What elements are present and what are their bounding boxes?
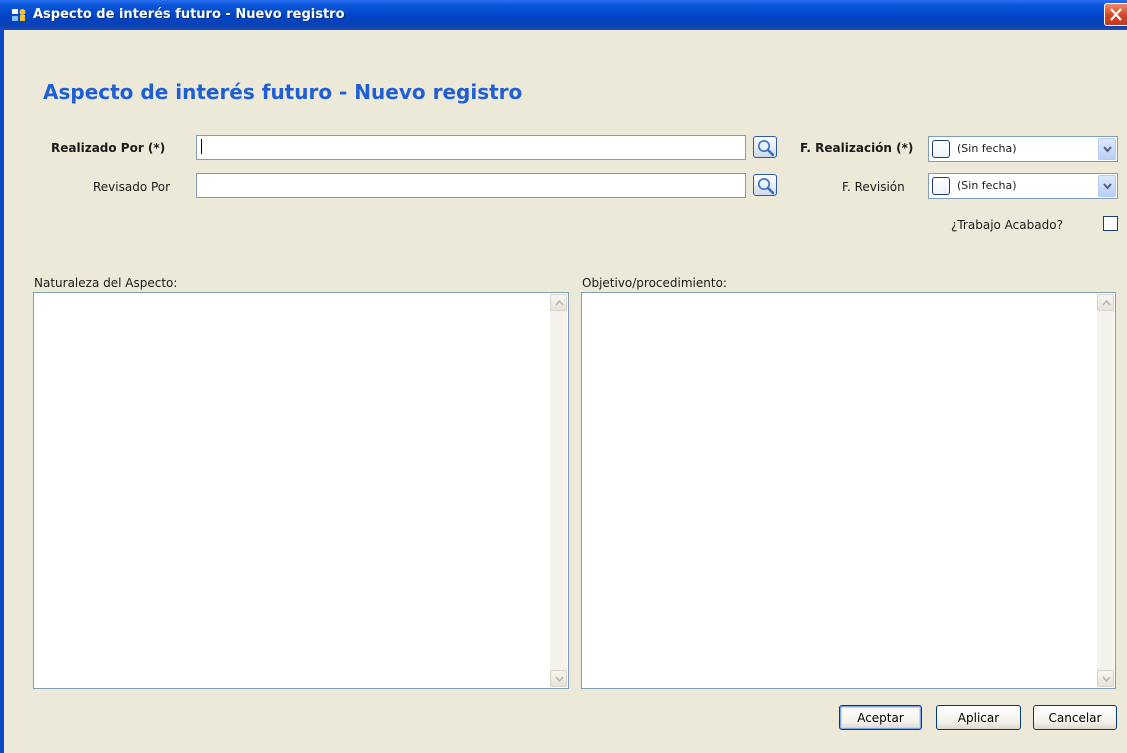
scroll-up-button[interactable] — [550, 294, 567, 311]
objetivo-scrollbar[interactable] — [1097, 294, 1114, 687]
f-realizacion-dropdown-button[interactable] — [1098, 138, 1116, 160]
realizado-por-label: Realizado Por (*) — [51, 141, 166, 155]
chevron-down-icon — [555, 676, 564, 682]
cancel-button[interactable]: Cancelar — [1033, 705, 1117, 730]
f-revision-value: (Sin fecha) — [957, 179, 1017, 192]
f-realizacion-value: (Sin fecha) — [957, 142, 1017, 155]
objetivo-label: Objetivo/procedimiento: — [582, 276, 727, 290]
window-title-bar[interactable]: Aspecto de interés futuro - Nuevo regist… — [0, 0, 1127, 30]
realizado-por-search-button[interactable] — [753, 136, 777, 158]
chevron-down-icon — [1102, 676, 1111, 682]
close-icon — [1110, 8, 1122, 21]
revisado-por-label: Revisado Por — [93, 180, 171, 194]
realizado-por-input[interactable] — [196, 135, 746, 160]
revisado-por-search-button[interactable] — [753, 174, 777, 196]
scroll-down-button[interactable] — [1097, 670, 1114, 687]
naturaleza-scrollbar[interactable] — [550, 294, 567, 687]
close-button[interactable] — [1104, 3, 1127, 26]
f-revision-dropdown-button[interactable] — [1098, 175, 1116, 197]
magnifier-icon — [758, 178, 775, 195]
scroll-up-button[interactable] — [1097, 294, 1114, 311]
f-revision-label: F. Revisión — [842, 180, 905, 194]
f-realizacion-enable-checkbox[interactable] — [932, 140, 950, 158]
f-revision-date-picker[interactable]: (Sin fecha) — [928, 173, 1118, 199]
app-icon — [11, 7, 27, 23]
f-revision-enable-checkbox[interactable] — [932, 177, 950, 195]
objetivo-textarea[interactable] — [581, 292, 1116, 689]
window-title: Aspecto de interés futuro - Nuevo regist… — [33, 7, 345, 22]
f-realizacion-label: F. Realización (*) — [800, 141, 914, 155]
apply-button[interactable]: Aplicar — [936, 705, 1021, 730]
trabajo-acabado-label: ¿Trabajo Acabado? — [951, 218, 1063, 232]
chevron-up-icon — [1102, 300, 1111, 306]
chevron-up-icon — [555, 300, 564, 306]
accept-button[interactable]: Aceptar — [839, 705, 922, 730]
naturaleza-textarea[interactable] — [33, 292, 569, 689]
magnifier-icon — [758, 140, 775, 157]
scroll-down-button[interactable] — [550, 670, 567, 687]
form-heading: Aspecto de interés futuro - Nuevo regist… — [43, 80, 523, 104]
naturaleza-label: Naturaleza del Aspecto: — [34, 276, 178, 290]
trabajo-acabado-checkbox[interactable] — [1103, 216, 1118, 231]
text-caret — [201, 139, 202, 154]
window-frame — [0, 30, 4, 753]
chevron-down-icon — [1103, 183, 1112, 190]
f-realizacion-date-picker[interactable]: (Sin fecha) — [928, 136, 1118, 162]
revisado-por-input[interactable] — [196, 173, 746, 198]
chevron-down-icon — [1103, 146, 1112, 153]
